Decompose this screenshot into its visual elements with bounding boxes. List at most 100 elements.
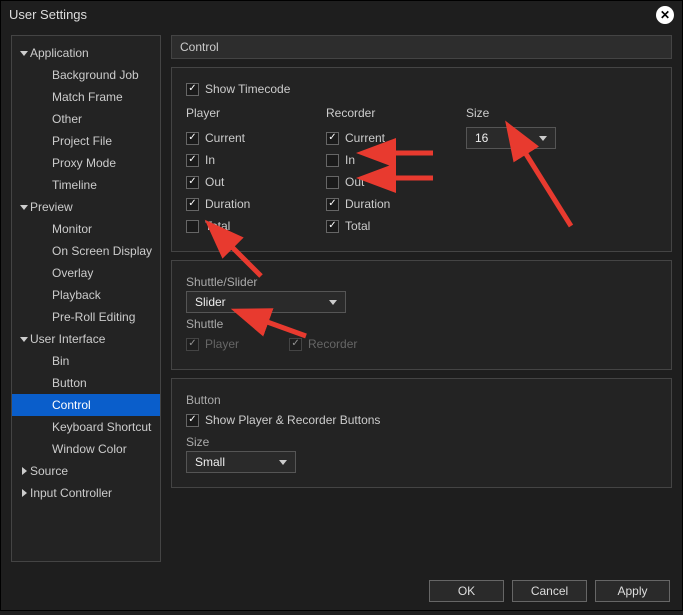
sidebar-item-pre-roll-editing[interactable]: Pre-Roll Editing	[12, 306, 160, 328]
recorder-head: Recorder	[326, 106, 466, 120]
sidebar-group-label: User Interface	[30, 332, 105, 346]
ok-button[interactable]: OK	[429, 580, 504, 602]
recorder-total-checkbox[interactable]	[326, 220, 339, 233]
triangle-right-icon	[20, 489, 30, 497]
sidebar-group-label: Preview	[30, 200, 73, 214]
player-row-out: Out	[186, 171, 326, 193]
player-total-label: Total	[205, 219, 230, 233]
show-timecode-label: Show Timecode	[205, 82, 290, 96]
recorder-row-in: In	[326, 149, 466, 171]
main-pane: Control Show Timecode Player Current In Ou…	[171, 35, 672, 562]
titlebar: User Settings ✕	[1, 1, 682, 29]
sidebar-group-preview[interactable]: Preview	[12, 196, 160, 218]
close-icon[interactable]: ✕	[656, 6, 674, 24]
window-body: Application Background JobMatch FrameOthe…	[1, 29, 682, 568]
recorder-duration-label: Duration	[345, 197, 390, 211]
recorder-out-label: Out	[345, 175, 364, 189]
size-select[interactable]: 16	[466, 127, 556, 149]
size-value: 16	[475, 131, 488, 145]
apply-button[interactable]: Apply	[595, 580, 670, 602]
button-size-value: Small	[195, 455, 225, 469]
sidebar-group-user-interface[interactable]: User Interface	[12, 328, 160, 350]
chevron-down-icon	[329, 300, 337, 305]
player-in-label: In	[205, 153, 215, 167]
shuttle-recorder-checkbox	[289, 338, 302, 351]
triangle-down-icon	[20, 335, 30, 343]
player-head: Player	[186, 106, 326, 120]
sidebar-group-label: Input Controller	[30, 486, 112, 500]
recorder-total-label: Total	[345, 219, 370, 233]
sidebar-item-button[interactable]: Button	[12, 372, 160, 394]
chevron-down-icon	[279, 460, 287, 465]
recorder-in-label: In	[345, 153, 355, 167]
shuttle-player-checkbox	[186, 338, 199, 351]
shuttle-value: Slider	[195, 295, 226, 309]
button-size-select[interactable]: Small	[186, 451, 296, 473]
show-buttons-label: Show Player & Recorder Buttons	[205, 413, 380, 427]
size-column: Size 16	[466, 106, 606, 237]
recorder-duration-checkbox[interactable]	[326, 198, 339, 211]
sidebar-group-input-controller[interactable]: Input Controller	[12, 482, 160, 504]
player-in-checkbox[interactable]	[186, 154, 199, 167]
recorder-row-duration: Duration	[326, 193, 466, 215]
window-title: User Settings	[9, 1, 87, 29]
player-duration-label: Duration	[205, 197, 250, 211]
player-out-label: Out	[205, 175, 224, 189]
player-row-total: Total	[186, 215, 326, 237]
show-timecode-checkbox[interactable]	[186, 83, 199, 96]
button-panel: Button Show Player & Recorder Buttons Si…	[171, 378, 672, 488]
player-row-current: Current	[186, 127, 326, 149]
player-out-checkbox[interactable]	[186, 176, 199, 189]
player-duration-checkbox[interactable]	[186, 198, 199, 211]
player-current-label: Current	[205, 131, 245, 145]
shuttle-panel: Shuttle/Slider Slider Shuttle Player Rec…	[171, 260, 672, 370]
sidebar-item-project-file[interactable]: Project File	[12, 130, 160, 152]
sidebar-item-monitor[interactable]: Monitor	[12, 218, 160, 240]
sidebar-item-overlay[interactable]: Overlay	[12, 262, 160, 284]
chevron-down-icon	[539, 136, 547, 141]
sidebar-group-application[interactable]: Application	[12, 42, 160, 64]
sidebar-item-match-frame[interactable]: Match Frame	[12, 86, 160, 108]
shuttle-recorder-label: Recorder	[308, 337, 357, 351]
sidebar-item-keyboard-shortcut[interactable]: Keyboard Shortcut	[12, 416, 160, 438]
recorder-row-out: Out	[326, 171, 466, 193]
section-title: Control	[171, 35, 672, 59]
recorder-current-checkbox[interactable]	[326, 132, 339, 145]
shuttle-head: Shuttle/Slider	[186, 275, 657, 289]
player-row-in: In	[186, 149, 326, 171]
size-head: Size	[466, 106, 606, 120]
triangle-down-icon	[20, 49, 30, 57]
sidebar-item-control[interactable]: Control	[12, 394, 160, 416]
sidebar-group-source[interactable]: Source	[12, 460, 160, 482]
settings-window: User Settings ✕ Application Background Jo…	[0, 0, 683, 611]
player-total-checkbox[interactable]	[186, 220, 199, 233]
recorder-row-total: Total	[326, 215, 466, 237]
recorder-out-checkbox[interactable]	[326, 176, 339, 189]
sidebar-item-bin[interactable]: Bin	[12, 350, 160, 372]
timecode-panel: Show Timecode Player Current In Out Duratio…	[171, 67, 672, 252]
cancel-button[interactable]: Cancel	[512, 580, 587, 602]
shuttle-sub-head: Shuttle	[186, 317, 657, 331]
sidebar-group-label: Source	[30, 464, 68, 478]
sidebar-item-background-job[interactable]: Background Job	[12, 64, 160, 86]
recorder-current-label: Current	[345, 131, 385, 145]
sidebar-item-other[interactable]: Other	[12, 108, 160, 130]
shuttle-player-label: Player	[205, 337, 239, 351]
button-size-label: Size	[186, 435, 657, 449]
player-row-duration: Duration	[186, 193, 326, 215]
sidebar-item-timeline[interactable]: Timeline	[12, 174, 160, 196]
show-buttons-checkbox[interactable]	[186, 414, 199, 427]
recorder-in-checkbox[interactable]	[326, 154, 339, 167]
player-current-checkbox[interactable]	[186, 132, 199, 145]
shuttle-select[interactable]: Slider	[186, 291, 346, 313]
recorder-row-current: Current	[326, 127, 466, 149]
sidebar-group-label: Application	[30, 46, 89, 60]
sidebar[interactable]: Application Background JobMatch FrameOthe…	[11, 35, 161, 562]
sidebar-item-proxy-mode[interactable]: Proxy Mode	[12, 152, 160, 174]
sidebar-item-playback[interactable]: Playback	[12, 284, 160, 306]
sidebar-item-on-screen-display[interactable]: On Screen Display	[12, 240, 160, 262]
triangle-right-icon	[20, 467, 30, 475]
player-column: Player Current In Out Duration Total	[186, 106, 326, 237]
button-head: Button	[186, 393, 657, 407]
sidebar-item-window-color[interactable]: Window Color	[12, 438, 160, 460]
